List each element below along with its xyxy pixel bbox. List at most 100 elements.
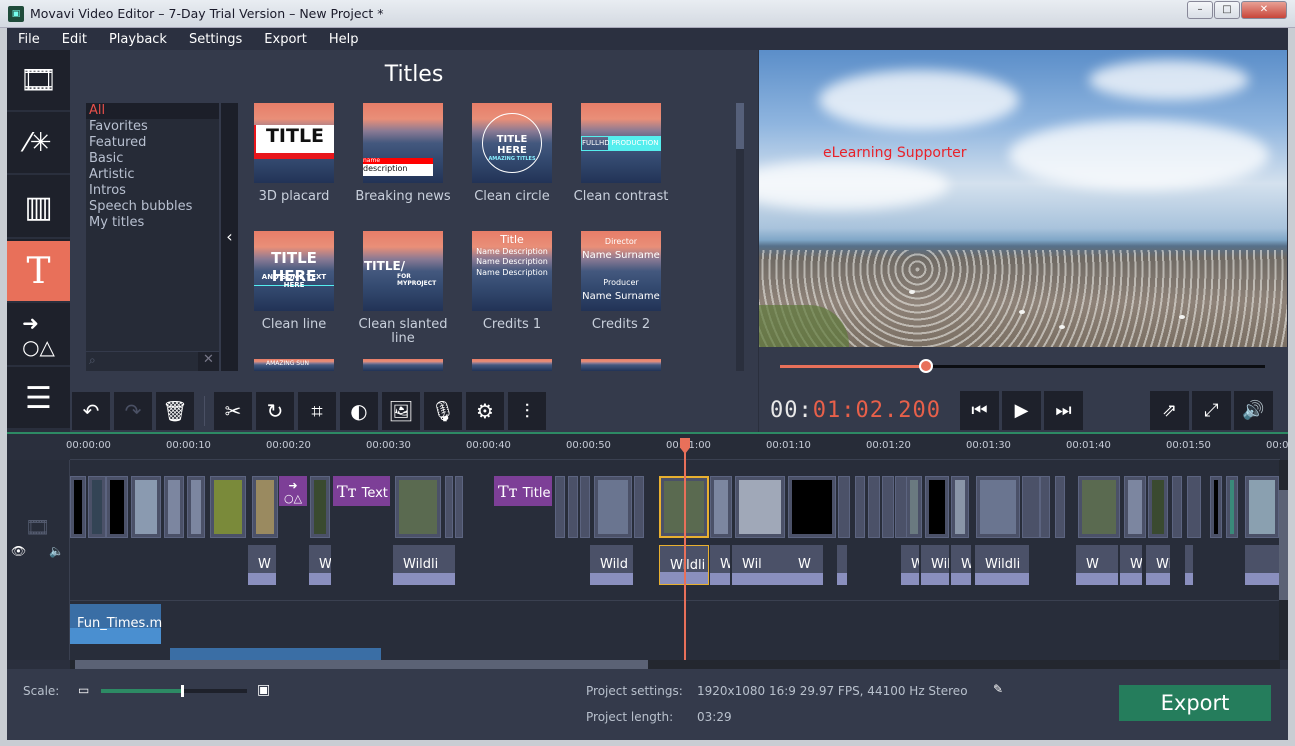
category-speech-bubbles[interactable]: Speech bubbles — [86, 199, 219, 215]
close-button[interactable]: ✕ — [1241, 1, 1287, 19]
scrubber-handle[interactable] — [918, 359, 933, 373]
scrollbar-thumb[interactable] — [736, 103, 744, 149]
audio-clip[interactable]: Wild — [590, 545, 633, 585]
audio-clip[interactable] — [837, 545, 847, 585]
title-thumb-clean-contrast[interactable]: FULLHD PRODUCTION — [581, 103, 661, 183]
fullscreen-button[interactable]: ⤢ — [1192, 391, 1231, 430]
video-clip[interactable] — [70, 476, 86, 538]
audio-clip[interactable]: Wil — [1146, 545, 1170, 585]
music-clip[interactable]: Fun_Times.m — [70, 604, 162, 644]
video-clip[interactable] — [1226, 476, 1238, 538]
sidebar-filters[interactable]: ⁄✳ — [7, 113, 70, 175]
export-button[interactable]: Export — [1119, 685, 1271, 721]
title-clip[interactable]: Tт Title — [494, 476, 552, 506]
video-clip[interactable] — [555, 476, 565, 538]
sidebar-import-media[interactable]: 🎞 — [7, 50, 70, 112]
speaker-icon[interactable]: 🔈 — [49, 544, 64, 558]
music-clip[interactable] — [170, 648, 381, 660]
video-clip[interactable] — [88, 476, 106, 538]
video-clip[interactable] — [568, 476, 578, 538]
clear-search-icon[interactable]: ✕ — [198, 352, 219, 371]
rotate-button[interactable]: ↻ — [256, 392, 294, 430]
redo-button[interactable]: ↷ — [114, 392, 152, 430]
timeline-horizontal-scrollbar[interactable] — [70, 660, 1280, 669]
video-clip[interactable] — [906, 476, 922, 538]
color-adjust-button[interactable]: ◐ — [340, 392, 378, 430]
sidebar-more-tools[interactable]: ☰ — [7, 368, 70, 430]
detach-preview-button[interactable]: ⇗ — [1150, 391, 1189, 430]
video-clip[interactable] — [210, 476, 246, 538]
video-clip[interactable] — [580, 476, 590, 538]
title-clip[interactable]: Tт Text — [333, 476, 390, 506]
settings-button[interactable]: ⚙ — [466, 392, 504, 430]
title-thumb-breaking-news[interactable]: name description — [363, 103, 443, 183]
title-thumb-clean-line[interactable]: TITLE HERE AND SOME TEXT HERE — [254, 231, 334, 311]
cut-button[interactable]: ✂ — [214, 392, 252, 430]
maximize-button[interactable]: □ — [1214, 1, 1240, 19]
previous-button[interactable]: ⏮ — [960, 391, 999, 430]
category-all[interactable]: All — [86, 103, 219, 119]
audio-clip[interactable]: W — [248, 545, 276, 585]
video-clip[interactable] — [925, 476, 949, 538]
zoom-in-icon[interactable]: ▣ — [257, 682, 270, 698]
audio-clip[interactable]: W — [788, 545, 823, 585]
delete-button[interactable]: 🗑 — [156, 392, 194, 430]
equalizer-button[interactable]: ⫶ — [508, 392, 546, 430]
video-clip[interactable] — [1148, 476, 1168, 538]
title-thumb-credits-2[interactable]: Director Name Surname Producer Name Surn… — [581, 231, 661, 311]
video-clip[interactable] — [951, 476, 969, 538]
audio-clip[interactable]: W — [1076, 545, 1118, 585]
audio-clip[interactable] — [1245, 545, 1279, 585]
undo-button[interactable]: ↶ — [72, 392, 110, 430]
video-clip[interactable] — [868, 476, 880, 538]
video-clip[interactable] — [1245, 476, 1279, 538]
video-clip[interactable] — [187, 476, 205, 538]
menu-settings[interactable]: Settings — [178, 28, 253, 50]
transition-clip[interactable]: ➜ ○△ — [279, 476, 307, 506]
search-input[interactable]: ⌕ ✕ — [86, 352, 219, 371]
category-basic[interactable]: Basic — [86, 151, 219, 167]
timeline-vertical-scrollbar[interactable] — [1279, 460, 1288, 660]
title-thumb-clean-circle[interactable]: TITLE HERE AMAZING TITLES — [472, 103, 552, 183]
audio-clip[interactable]: Wildli — [921, 545, 949, 585]
title-thumb-partial[interactable]: AMAZING SUN — [254, 359, 334, 371]
category-my-titles[interactable]: My titles — [86, 215, 219, 231]
video-clip[interactable] — [1172, 476, 1182, 538]
category-featured[interactable]: Featured — [86, 135, 219, 151]
menu-edit[interactable]: Edit — [51, 28, 98, 50]
category-intros[interactable]: Intros — [86, 183, 219, 199]
menu-file[interactable]: File — [7, 28, 51, 50]
record-voice-button[interactable]: 🎙 — [424, 392, 462, 430]
video-clip[interactable] — [310, 476, 330, 538]
video-clip[interactable] — [735, 476, 785, 538]
zoom-out-icon[interactable]: ▭ — [78, 683, 89, 697]
menu-playback[interactable]: Playback — [98, 28, 178, 50]
audio-clip[interactable]: W — [901, 545, 919, 585]
crop-button[interactable]: ⌗ — [298, 392, 336, 430]
audio-clip[interactable] — [1185, 545, 1193, 585]
video-clip[interactable] — [131, 476, 161, 538]
volume-button[interactable]: 🔊 — [1234, 391, 1273, 430]
title-thumb-credits-1[interactable]: Title Name Description Name Description … — [472, 231, 552, 311]
audio-clip[interactable]: W — [309, 545, 331, 585]
video-clip[interactable] — [634, 476, 644, 538]
video-clip[interactable] — [594, 476, 632, 538]
play-button[interactable]: ▶ — [1002, 391, 1041, 430]
video-clip[interactable] — [1187, 476, 1201, 538]
scale-handle[interactable] — [181, 685, 185, 697]
video-clip[interactable] — [1124, 476, 1146, 538]
audio-clip[interactable]: Wil — [732, 545, 788, 585]
video-clip[interactable] — [788, 476, 836, 538]
minimize-button[interactable]: – — [1187, 1, 1213, 19]
video-clip[interactable] — [838, 476, 850, 538]
pencil-icon[interactable]: ✎ — [993, 682, 1003, 696]
title-thumb-clean-slanted-line[interactable]: TITLE/ FOR MYPROJECT — [363, 231, 443, 311]
video-clip[interactable] — [882, 476, 894, 538]
audio-clip[interactable]: W — [951, 545, 971, 585]
next-button[interactable]: ⏭ — [1044, 391, 1083, 430]
video-clip[interactable] — [1022, 476, 1040, 538]
image-button[interactable]: 🖼 — [382, 392, 420, 430]
video-clip[interactable] — [395, 476, 441, 538]
audio-clip[interactable]: W — [1120, 545, 1142, 585]
video-clip[interactable] — [164, 476, 184, 538]
